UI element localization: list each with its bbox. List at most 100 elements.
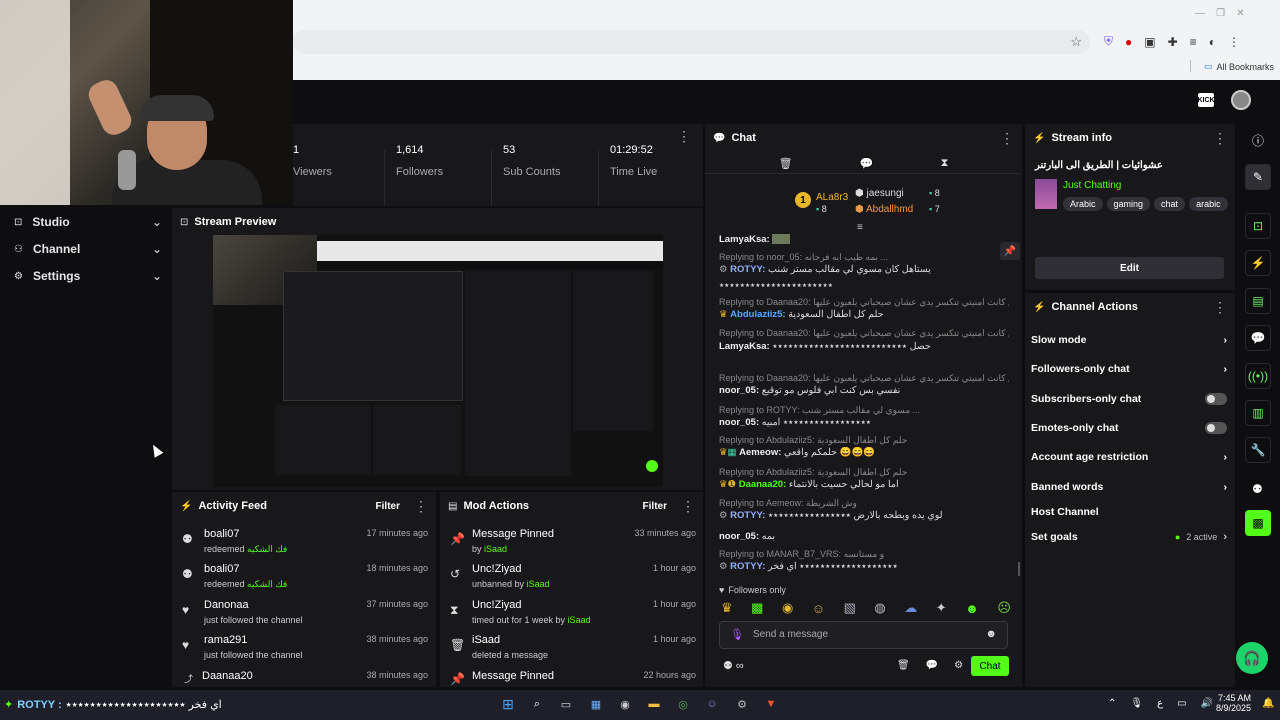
puzzle-icon[interactable]: ✚ (1168, 35, 1178, 49)
list-item[interactable]: ⤴ Daanaa20 38 minutes ago (172, 670, 434, 687)
list-item[interactable]: 🗑 iSaad deleted a message 1 hour ago (440, 634, 702, 670)
chat-send-button[interactable]: Chat (971, 656, 1009, 676)
search-icon[interactable]: ⌕ (528, 695, 546, 713)
chat-message[interactable]: ♛▦ Aemeow: حلمكم واقعي 😄😄😄 (719, 447, 1009, 458)
avatar[interactable] (1231, 90, 1251, 110)
emote-icon[interactable]: ☁ (904, 600, 917, 616)
chevron-up-icon[interactable]: ⌃ (1108, 698, 1116, 709)
opera-icon[interactable]: ● (1125, 35, 1132, 49)
points-icon[interactable]: ⚉ ∞ (723, 659, 744, 672)
mod-filter-button[interactable]: Filter (643, 501, 667, 512)
lightning-icon[interactable]: ⚡ (1245, 250, 1271, 276)
widgets-icon[interactable]: ▦ (587, 695, 605, 713)
chat-message[interactable]: noor_05: بمه (719, 531, 1009, 542)
tag[interactable]: Arabic (1063, 197, 1103, 211)
chrome-icon[interactable]: ◎ (674, 695, 692, 713)
list-item[interactable]: 📌 Message Pinned 22 hours ago (440, 670, 702, 687)
top-user-1[interactable]: ALa8r3 (816, 192, 848, 203)
broadcast-icon[interactable]: ((•)) (1245, 363, 1271, 389)
chat-bubble-icon[interactable]: 💬 (860, 157, 874, 170)
action-followers-only[interactable]: Followers-only chat › (1031, 358, 1227, 380)
activity-filter-button[interactable]: Filter (376, 501, 400, 512)
address-bar[interactable]: ☆ (293, 30, 1090, 54)
sidebar-item-settings[interactable]: ⚙ Settings ⌄ (14, 269, 162, 283)
chat-scrollbar[interactable] (1018, 562, 1020, 576)
queue-icon[interactable]: ≡ (1190, 35, 1197, 49)
chat-message[interactable]: ⚙ ROTYY: لوي يده وبطحه بالارض ٭٭٭٭٭٭٭٭٭٭… (719, 510, 1009, 521)
steam-icon[interactable]: ⚙ (733, 695, 751, 713)
emote-icon[interactable]: ☹ (997, 600, 1011, 616)
trash-icon[interactable]: 🗑 (897, 660, 910, 671)
chat-message[interactable]: ⚙ ROTYY: يستاهل كان مسوي لي مقالب مستر ش… (719, 264, 1009, 275)
chat-bubble-icon[interactable]: 💬 (926, 660, 938, 671)
support-headset-icon[interactable]: 🎧 (1236, 642, 1268, 674)
emote-icon[interactable]: ✦ (936, 600, 947, 616)
list-item[interactable]: ⚉ boali07 redeemed فك الشكيه 17 minutes … (172, 528, 434, 564)
emote-icon[interactable]: ◉ (782, 600, 793, 616)
tag[interactable]: gaming (1106, 197, 1151, 211)
network-icon[interactable]: ▭ (1177, 698, 1186, 709)
speaker-icon[interactable]: 🔊 (1201, 698, 1213, 709)
folder-icon[interactable]: ▬ (645, 695, 663, 713)
action-banned-words[interactable]: Banned words › (1031, 476, 1227, 498)
chat-message[interactable]: LamyaKsa: حصل ٭٭٭٭٭٭٭٭٭٭٭٭٭٭٭٭٭٭٭٭٭٭٭٭٭٭ (719, 341, 1009, 352)
category-link[interactable]: Just Chatting (1063, 180, 1121, 191)
brave-icon[interactable]: ▼ (762, 695, 780, 713)
pencil-icon[interactable]: ✎ (1245, 164, 1271, 190)
action-slow-mode[interactable]: Slow mode › (1031, 329, 1227, 351)
top-user-2[interactable]: ⬢ jaesungi (855, 188, 904, 199)
emote-icon[interactable]: ▩ (751, 600, 763, 616)
chat-input[interactable]: 🎙 Send a message ☻ (719, 621, 1008, 649)
wrench-icon[interactable]: 🔧 (1245, 437, 1271, 463)
list-item[interactable]: ♥ rama291 just followed the channel 38 m… (172, 634, 434, 670)
list-item[interactable]: 📌 Message Pinned by iSaad 33 minutes ago (440, 528, 702, 564)
stream-info-menu-dots-icon[interactable]: ⋮ (1213, 130, 1227, 147)
preview-icon[interactable]: ⊡ (1245, 213, 1271, 239)
kick-logo-icon[interactable]: KICK (1197, 93, 1215, 107)
activity-menu-dots-icon[interactable]: ⋮ (414, 498, 428, 515)
points-icon[interactable]: ⚉ (1252, 482, 1263, 496)
mod-menu-dots-icon[interactable]: ⋮ (681, 498, 695, 515)
subscribers-only-toggle[interactable] (1205, 393, 1227, 405)
obs-icon[interactable]: ◉ (616, 695, 634, 713)
chat-message[interactable]: ♛❶ Daanaa20: اما مو لحالي حسيت بالانتماء (719, 479, 1009, 490)
shield-icon[interactable]: ⛨ (1104, 34, 1113, 49)
edit-button[interactable]: Edit (1035, 257, 1224, 279)
chat-message[interactable]: noor_05: ٭٭٭٭٭٭٭٭٭٭٭٭٭٭٭٭٭ امبيه (719, 417, 1009, 428)
clock[interactable]: 7:45 AM 8/9/2025 (1213, 693, 1251, 713)
list-item[interactable]: ⧗ Unc!Ziyad timed out for 1 week by iSaa… (440, 599, 702, 635)
emotes-only-toggle[interactable] (1205, 422, 1227, 434)
menu-dots-icon[interactable]: ⋮ (1228, 35, 1240, 49)
list-item[interactable]: ↺ Unc!Ziyad unbanned by iSaad 1 hour ago (440, 563, 702, 599)
microphone-icon[interactable]: 🎙 (1130, 698, 1143, 709)
bookmarks-folder[interactable]: ▭ All Bookmarks (1204, 61, 1274, 72)
screenshot-icon[interactable]: ▣ (1144, 35, 1155, 49)
emote-icon[interactable]: ◍ (874, 600, 885, 616)
list-item[interactable]: ⚉ boali07 redeemed فك الشكيه 18 minutes … (172, 563, 434, 599)
stream-preview-video[interactable] (213, 235, 663, 487)
window-controls[interactable]: — ❐ ✕ (1195, 8, 1245, 19)
bookmark-star-icon[interactable]: ☆ (1070, 34, 1082, 50)
chat-menu-dots-icon[interactable]: ⋮ (1000, 130, 1014, 147)
action-emotes-only[interactable]: Emotes-only chat (1031, 417, 1227, 439)
chat-message[interactable]: ♛ Abdulaziiz5: حلم كل اطفال السعودية (719, 309, 1009, 320)
chat-bubble-icon[interactable]: 💬 (1245, 325, 1271, 351)
tag[interactable]: arabic (1189, 197, 1228, 211)
hourglass-icon[interactable]: ⧗ (941, 157, 949, 170)
game-icon[interactable]: ▩ (1245, 510, 1271, 536)
list-item[interactable]: ♥ Danonaa just followed the channel 37 m… (172, 599, 434, 635)
profile-icon[interactable]: ◐ (1209, 35, 1216, 49)
channel-actions-menu-dots-icon[interactable]: ⋮ (1213, 299, 1227, 316)
chat-message[interactable]: noor_05: نفسي بس كنت ابي فلوس مو توقيع (719, 385, 1009, 396)
task-view-icon[interactable]: ▭ (557, 695, 575, 713)
tag[interactable]: chat (1154, 197, 1186, 211)
emote-icon[interactable]: ☺ (812, 601, 825, 616)
notification-icon[interactable]: 🔔 (1262, 698, 1274, 709)
emoji-picker-icon[interactable]: ☻ (985, 628, 997, 640)
action-set-goals[interactable]: Set goals ● 2 active › (1031, 526, 1227, 548)
gear-icon[interactable]: ⚙ (954, 660, 963, 671)
microphone-icon[interactable]: 🎙 (730, 628, 744, 641)
chat-message[interactable]: ⚙ ROTYY: ٭٭٭٭٭٭٭٭٭٭٭٭٭٭٭٭٭٭٭ اي فخر (719, 561, 1009, 572)
server-icon[interactable]: ▥ (1245, 400, 1271, 426)
emote-icon[interactable]: ☻ (965, 601, 979, 616)
